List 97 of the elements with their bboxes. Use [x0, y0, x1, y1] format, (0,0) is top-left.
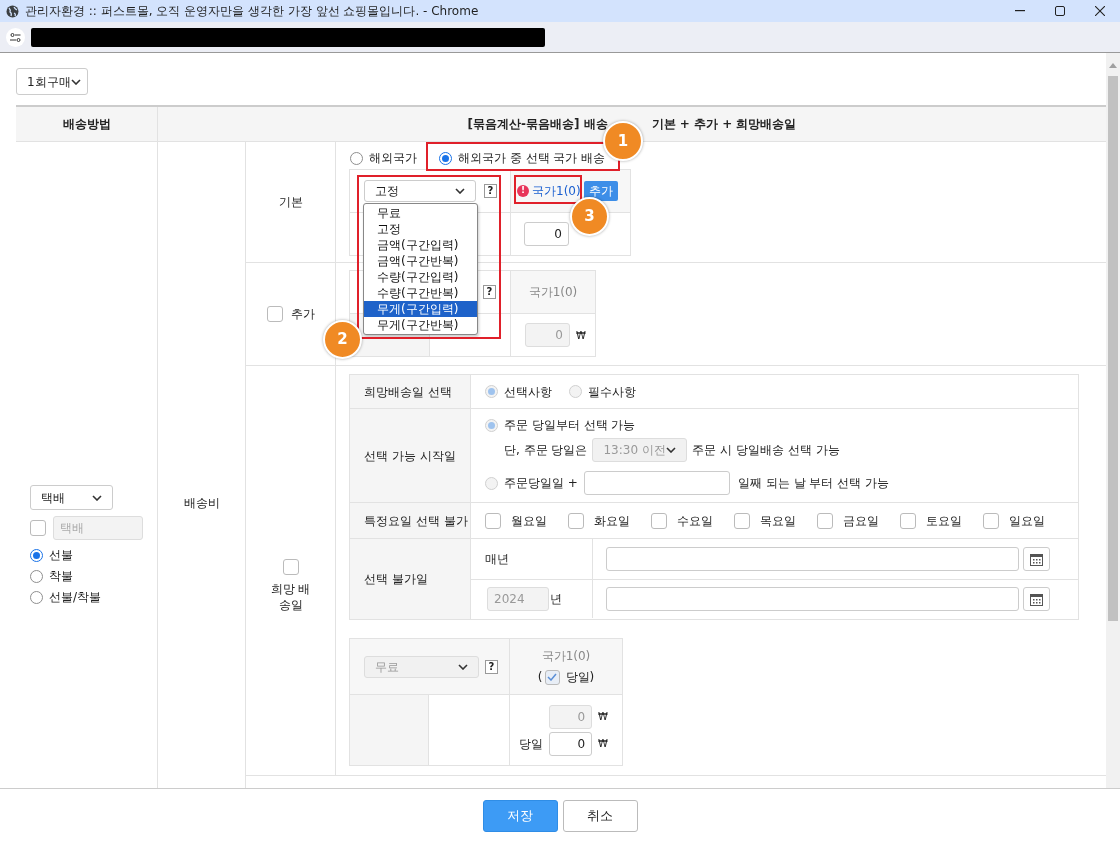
radio-label: 선택사항 [504, 383, 552, 401]
chevron-icon [92, 494, 102, 501]
select-field[interactable]: 1회구매 [16, 68, 88, 95]
chevron-icon [666, 447, 677, 453]
scroll-up-icon [1109, 63, 1117, 68]
warning-icon: ! [517, 185, 529, 197]
label: 화요일 [594, 512, 630, 530]
calendar-icon [1030, 592, 1043, 606]
label: 당일) [565, 669, 595, 686]
annotation-frame [514, 175, 582, 204]
label: 당일 [519, 735, 544, 753]
input-field[interactable]: 0 [549, 731, 593, 756]
help-button[interactable]: ? [485, 659, 498, 674]
label: 희망 배송일 [269, 580, 312, 613]
radio-label: 해외국가 중 선택 국가 배송 [458, 150, 606, 167]
scrollbar-thumb[interactable] [1108, 76, 1118, 621]
label: 금요일 [843, 512, 879, 530]
label: ( [537, 669, 543, 686]
radio-button[interactable] [350, 151, 363, 165]
checkbox[interactable] [568, 512, 584, 529]
dropdown-option[interactable]: 무료 [364, 205, 477, 221]
radio-label: 주문 당일부터 선택 가능 [504, 417, 636, 434]
checkbox[interactable] [734, 512, 750, 529]
chevron-icon [458, 663, 468, 670]
label: 희망배송일 선택 [364, 383, 452, 401]
dropdown-option[interactable]: 금액(구간반복) [364, 253, 477, 269]
column-header: 국가1(0) [541, 648, 591, 665]
label: 수요일 [677, 512, 713, 530]
checkbox[interactable] [544, 669, 560, 685]
label: 목요일 [760, 512, 796, 530]
window-title: 관리자환경 :: 퍼스트몰, 오직 운영자만을 생각한 가장 앞선 쇼핑몰입니다. - Chrome [25, 3, 479, 20]
currency-label: ₩ [598, 710, 608, 724]
radio-label: 착불 [49, 568, 73, 585]
label: 선택 불가일 [364, 571, 428, 588]
radio-label: 주문당일일 + [504, 475, 578, 492]
radio-label: 선불/착불 [49, 589, 102, 606]
checkbox[interactable] [282, 558, 299, 575]
label: 추가 [290, 306, 315, 323]
help-button[interactable]: ? [483, 285, 496, 299]
checkbox[interactable] [651, 512, 667, 529]
chevron-icon [455, 188, 465, 194]
input-field[interactable] [606, 547, 1019, 571]
maximize-icon [1055, 6, 1065, 16]
label: 일요일 [1009, 512, 1045, 530]
radio-button[interactable] [439, 151, 452, 165]
dropdown-option[interactable]: 금액(구간입력) [364, 237, 477, 253]
label: 선택 가능 시작일 [364, 447, 456, 465]
input-field[interactable] [583, 471, 730, 495]
checkbox[interactable] [266, 306, 283, 322]
minimize-icon [1015, 10, 1025, 12]
calendar-button[interactable] [1023, 547, 1050, 571]
label: 단, 주문 당일은 [504, 442, 588, 459]
checkbox[interactable] [817, 512, 833, 529]
label: 일째 되는 날 부터 선택 가능 [737, 475, 889, 492]
radio-button[interactable] [30, 590, 43, 604]
label: 특정요일 선택 불가 [364, 512, 468, 530]
select-field[interactable]: 고정 [364, 180, 476, 202]
check-icon [547, 673, 557, 681]
label: 월요일 [511, 512, 547, 530]
globe-icon [6, 4, 19, 18]
checkbox[interactable] [485, 512, 501, 529]
dropdown-option[interactable]: 고정 [364, 221, 477, 237]
column-header: 기본 + 추가 + 희망배송일 [651, 116, 797, 133]
dropdown-option[interactable]: 수량(구간반복) [364, 285, 477, 301]
radio-button[interactable] [30, 569, 43, 583]
checkbox[interactable] [900, 512, 916, 529]
column-header: 국가1(0) [528, 284, 578, 301]
label: 토요일 [926, 512, 962, 530]
select-field[interactable]: 택배 [30, 485, 113, 510]
label: 주문 시 당일배송 선택 가능 [692, 442, 840, 459]
radio-label: 해외국가 [369, 150, 417, 167]
radio-button[interactable] [30, 548, 43, 562]
input-field[interactable] [606, 587, 1019, 611]
dropdown-option[interactable]: 무게(구간반복) [364, 317, 477, 333]
input-field[interactable]: 0 [524, 222, 569, 246]
dropdown-option[interactable]: 수량(구간입력) [364, 269, 477, 285]
checkbox[interactable] [983, 512, 999, 529]
scrollbar[interactable] [1106, 53, 1120, 788]
cancel-button[interactable]: 취소 [562, 800, 638, 832]
step-badge: 2 [323, 320, 362, 359]
label: 배송비 [183, 495, 220, 512]
calendar-button[interactable] [1023, 587, 1050, 611]
radio-label: 필수사항 [588, 383, 636, 401]
radio-label: 선불 [49, 547, 73, 564]
label: 기본 [278, 194, 303, 211]
currency-label: ₩ [576, 328, 586, 343]
site-settings-icon[interactable] [6, 27, 25, 47]
currency-label: ₩ [598, 737, 608, 751]
column-header: 배송방법 [62, 116, 111, 133]
chevron-icon [70, 78, 81, 85]
country-link[interactable]: 국가1(0) [532, 182, 581, 200]
dropdown-option[interactable]: 무게(구간입력) [364, 301, 477, 317]
label: 년 [550, 591, 562, 608]
label: 매년 [485, 551, 509, 568]
close-icon [1095, 6, 1105, 16]
help-button[interactable]: ? [484, 184, 497, 198]
calendar-icon [1030, 552, 1043, 566]
